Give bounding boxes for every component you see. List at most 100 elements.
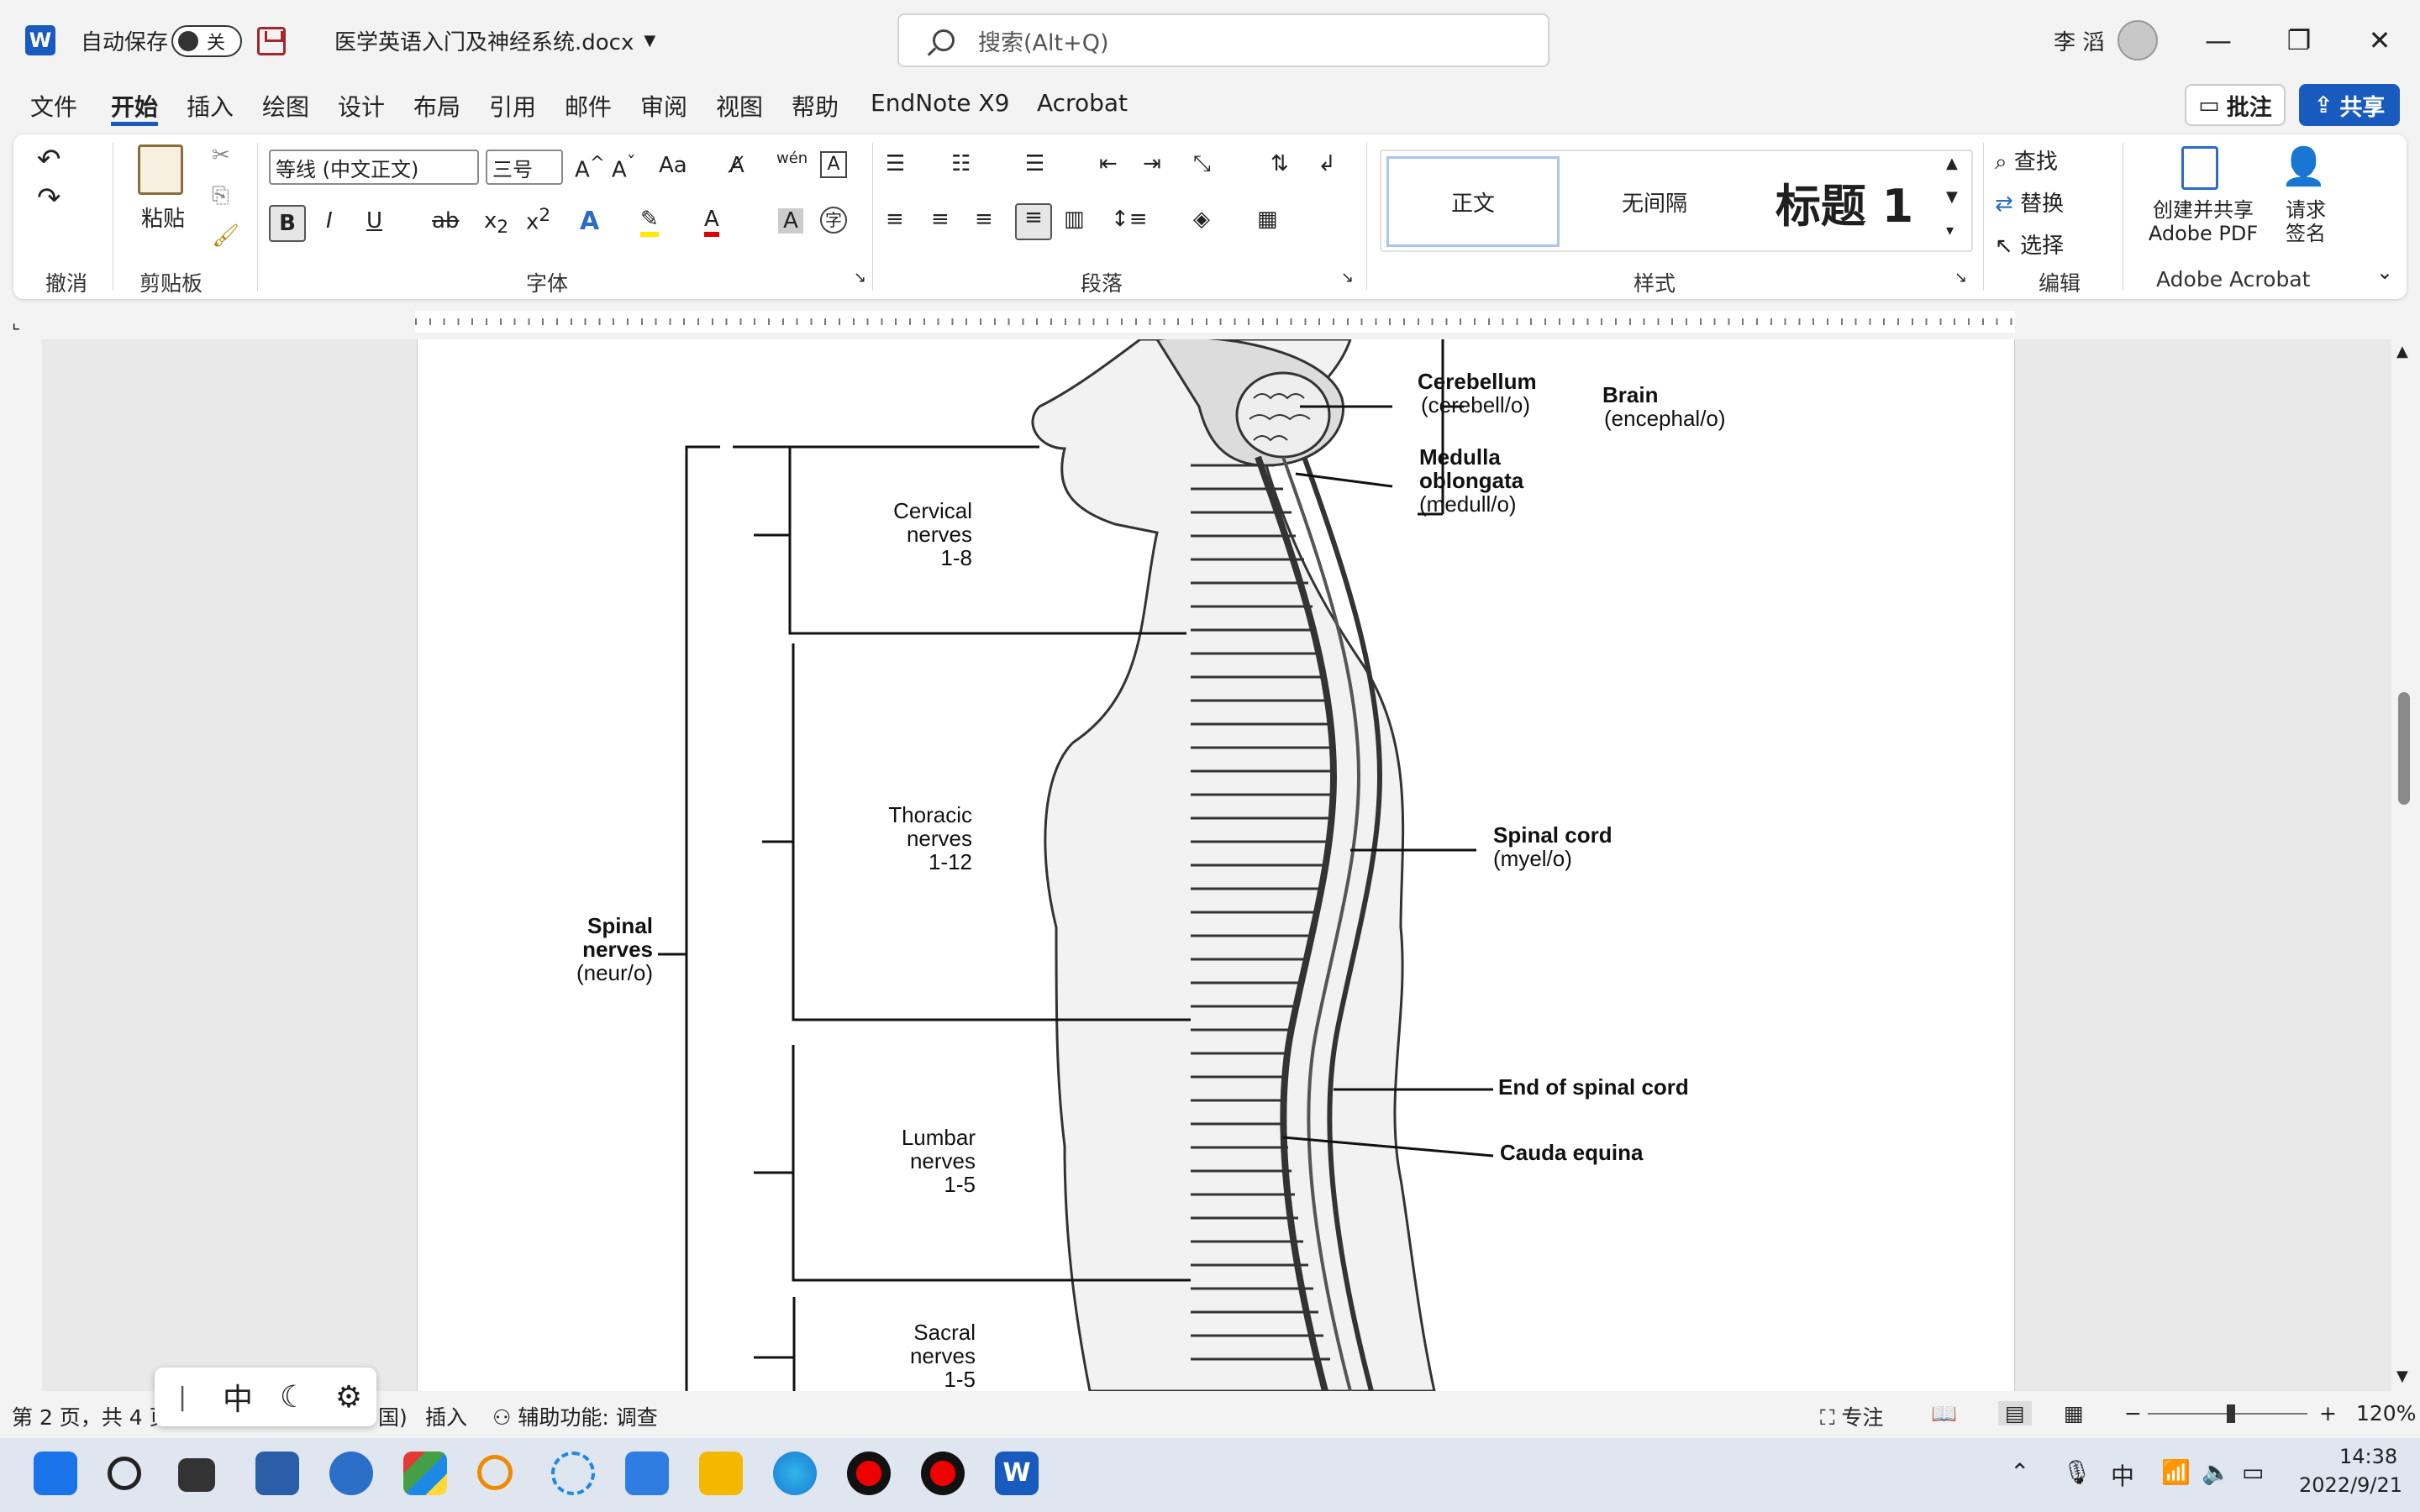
photos-app-icon[interactable] (403, 1452, 447, 1495)
shrink-font-icon[interactable]: Aˇ (612, 153, 636, 183)
tab-help[interactable]: 帮助 (792, 89, 839, 126)
font-size-dropdown[interactable]: 三号 (486, 150, 563, 185)
tab-file[interactable]: 文件 (30, 89, 77, 126)
web-layout-icon[interactable]: ▦ (2064, 1401, 2084, 1425)
styles-scroll-up-icon[interactable]: ▲ (1946, 155, 1958, 172)
horizontal-ruler[interactable] (415, 311, 2015, 333)
task-view-icon[interactable] (178, 1458, 215, 1492)
paste-icon[interactable] (138, 144, 183, 195)
phonetic-guide-icon[interactable]: wén (776, 150, 808, 167)
subscript-icon[interactable]: x2 (484, 208, 508, 238)
collapse-ribbon-icon[interactable]: ⌄ (2376, 260, 2393, 284)
minimize-button[interactable]: — (2176, 0, 2260, 81)
paragraph-dialog-launcher-icon[interactable]: ↘ (1341, 269, 1354, 286)
styles-dialog-launcher-icon[interactable]: ↘ (1954, 269, 1967, 286)
insert-mode[interactable]: 插入 (425, 1401, 467, 1431)
avatar[interactable] (2118, 20, 2158, 60)
select-button[interactable]: ↖ 选择 (1995, 228, 2064, 260)
gear-icon[interactable]: ⚙ (321, 1380, 376, 1415)
print-layout-icon[interactable]: ▤ (1998, 1401, 2032, 1425)
moon-icon[interactable]: ☾ (266, 1380, 321, 1415)
wifi-icon[interactable]: 📶 (2161, 1458, 2191, 1486)
style-no-spacing[interactable]: 无间隔 (1566, 156, 1743, 247)
user-name[interactable]: 李 滔 (2054, 0, 2104, 81)
style-heading-1[interactable]: 标题 1 (1748, 156, 1941, 247)
word-taskbar-icon[interactable]: W (995, 1452, 1039, 1495)
comments-button[interactable]: ▭ 批注 (2185, 84, 2286, 126)
italic-button[interactable]: I (326, 208, 333, 234)
zoom-out-icon[interactable]: − (2124, 1401, 2142, 1425)
tab-references[interactable]: 引用 (489, 89, 536, 126)
shading-icon[interactable]: ◈ (1193, 207, 1210, 232)
enclose-char-icon[interactable]: 字 (820, 207, 847, 234)
bullets-icon[interactable]: ☰ (886, 151, 905, 176)
file-explorer-icon[interactable] (699, 1452, 743, 1495)
align-left-icon[interactable]: ≡ (886, 207, 904, 232)
change-case-button[interactable]: Aa (659, 153, 687, 178)
replace-button[interactable]: ⇄ 替换 (1995, 186, 2064, 218)
undo-icon[interactable]: ↶ (37, 143, 61, 176)
autosave-toggle[interactable]: 关 (171, 25, 242, 57)
document-page[interactable]: Cerebellum (cerebell/o) Brain (encephal/… (417, 339, 2015, 1391)
font-dialog-launcher-icon[interactable]: ↘ (854, 269, 866, 286)
tray-overflow-icon[interactable]: ⌃ (2010, 1458, 2029, 1486)
paste-label[interactable]: 粘贴 (141, 202, 185, 233)
navigation-app-icon[interactable] (329, 1452, 373, 1495)
save-icon[interactable] (257, 27, 286, 55)
cloud-app-icon[interactable] (551, 1452, 595, 1495)
scrollbar-thumb[interactable] (2398, 692, 2410, 805)
language-indicator[interactable]: 国) (378, 1401, 408, 1431)
share-button[interactable]: ⇪ 共享 (2299, 84, 2400, 126)
paragraph-mark-icon[interactable]: ↲ (1318, 151, 1336, 176)
style-normal[interactable]: 正文 (1386, 156, 1560, 247)
align-right-icon[interactable]: ≡ (975, 207, 993, 232)
tab-home[interactable]: 开始 (111, 89, 159, 126)
strikethrough-icon[interactable]: ab (432, 208, 459, 234)
edge-browser-icon[interactable] (773, 1452, 817, 1495)
redo-icon[interactable]: ↷ (37, 181, 61, 215)
close-button[interactable]: ✕ (2338, 0, 2420, 81)
sort-icon[interactable]: ⇅ (1270, 151, 1289, 176)
request-signature-button[interactable]: 请求 签名 (2281, 198, 2331, 245)
microphone-icon[interactable]: 🎙 (2062, 1458, 2092, 1486)
bold-button[interactable]: B (269, 205, 306, 242)
store-icon[interactable] (255, 1452, 299, 1495)
borders-icon[interactable]: ▦ (1257, 207, 1278, 232)
tab-draw[interactable]: 绘图 (262, 89, 309, 126)
document-title[interactable]: 医学英语入门及神经系统.docx ▼ (334, 0, 655, 81)
increase-indent-icon[interactable]: ⇥ (1143, 151, 1161, 176)
char-shading-icon[interactable]: A (778, 208, 803, 234)
search-icon[interactable] (108, 1457, 141, 1490)
ime-mode-button[interactable]: 中 (210, 1375, 266, 1419)
find-button[interactable]: ⌕ 查找 (1995, 144, 2058, 176)
start-menu-icon[interactable] (34, 1452, 77, 1495)
ime-drag-handle-icon[interactable]: | (155, 1383, 210, 1412)
format-painter-icon[interactable]: 🖌 (212, 223, 239, 249)
font-name-dropdown[interactable]: 等线 (中文正文) (269, 150, 479, 185)
font-color-icon[interactable]: A (704, 207, 719, 237)
restore-button[interactable]: ❐ (2257, 0, 2341, 81)
read-mode-icon[interactable]: 📖 (1931, 1401, 1957, 1426)
pdf-document-icon[interactable] (2181, 146, 2218, 190)
tab-design[interactable]: 设计 (338, 89, 385, 126)
tab-acrobat[interactable]: Acrobat (1037, 89, 1128, 126)
scroll-down-icon[interactable]: ▼ (2396, 1368, 2408, 1385)
record-app-icon[interactable] (847, 1452, 891, 1495)
vertical-scrollbar[interactable] (2391, 339, 2420, 1391)
tab-endnote[interactable]: EndNote X9 (871, 89, 1009, 126)
numbering-icon[interactable]: ☷ (951, 151, 971, 176)
focus-mode-button[interactable]: ⛶ 专注 (1820, 1401, 1883, 1431)
clock-date[interactable]: 2022/9/21 (2299, 1473, 2402, 1497)
decrease-indent-icon[interactable]: ⇤ (1099, 151, 1118, 176)
align-center-icon[interactable]: ≡ (931, 207, 950, 232)
styles-scroll-down-icon[interactable]: ▼ (1946, 188, 1958, 206)
grow-font-icon[interactable]: A^ (575, 153, 605, 183)
zoom-level[interactable]: 120% (2356, 1401, 2416, 1425)
styles-more-icon[interactable]: ▾ (1946, 222, 1954, 239)
mail-app-icon[interactable] (625, 1452, 669, 1495)
justify-icon[interactable]: ≡ (1015, 203, 1052, 240)
volume-icon[interactable]: 🔈 (2202, 1458, 2231, 1486)
tab-view[interactable]: 视图 (716, 89, 763, 126)
create-pdf-button[interactable]: 创建并共享 Adobe PDF (2136, 198, 2270, 245)
highlight-icon[interactable]: ✎ (640, 207, 659, 237)
